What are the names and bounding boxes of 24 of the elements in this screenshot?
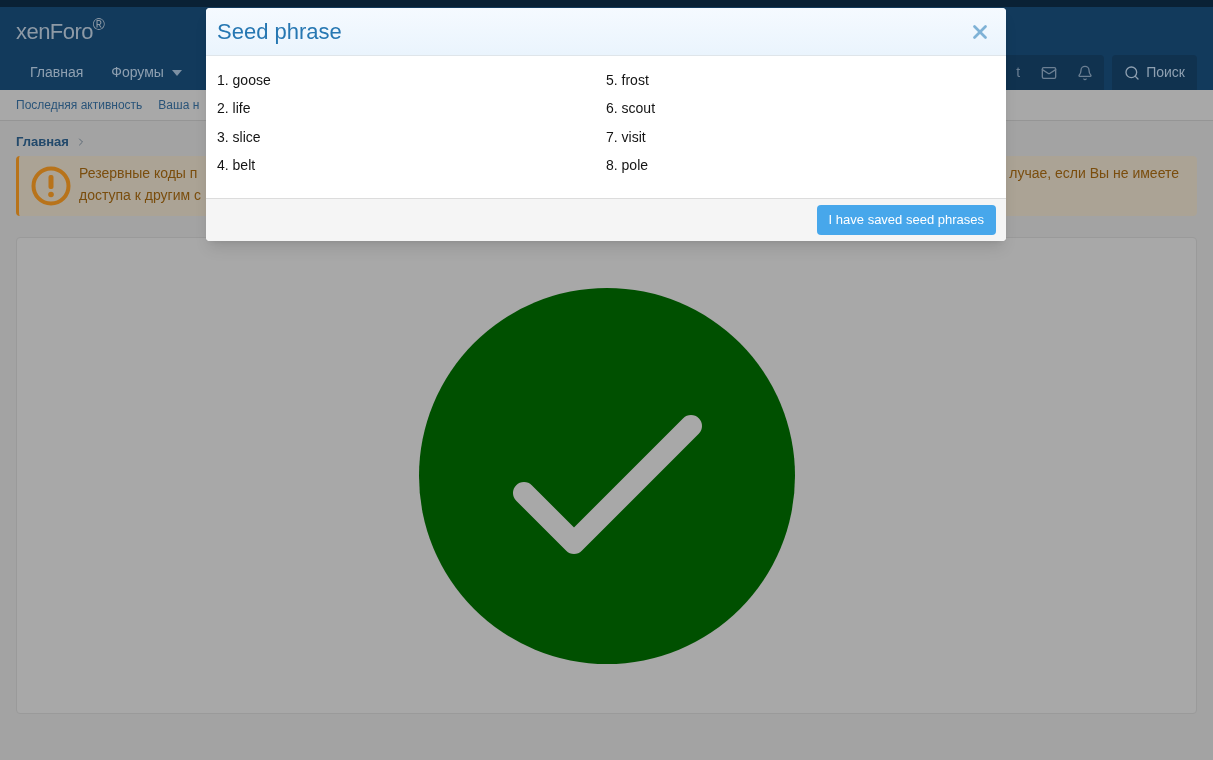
logo[interactable]: xenForo$^{®}$ — [16, 14, 105, 48]
search-icon — [1124, 64, 1141, 81]
warning-icon — [31, 166, 71, 206]
dialog-title: Seed phrase — [217, 18, 342, 46]
caret-icon — [171, 69, 182, 76]
subnav-link[interactable]: Последняя активность — [16, 96, 143, 114]
seed-word: 7. visit — [606, 127, 647, 147]
seed-word: 4. belt — [217, 156, 257, 176]
search-button[interactable]: Поиск — [1112, 55, 1197, 90]
seed-word: 8. pole — [606, 156, 650, 176]
seed-word: 2. life — [217, 99, 252, 119]
subnav-link[interactable]: Ваша н — [158, 96, 200, 114]
check-circle-icon — [418, 287, 795, 664]
seed-word: 6. scout — [606, 99, 657, 119]
nav-tab[interactable]: Форумы — [97, 55, 196, 90]
notice-text: лучае, если Вы не имеете — [1009, 164, 1179, 183]
nav-tab[interactable]: Главная — [16, 55, 98, 90]
seed-word: 1. goose — [217, 70, 272, 90]
notice-text: Резервные коды п — [79, 164, 199, 183]
seed-word: 5. frost — [606, 70, 650, 90]
breadcrumb-link[interactable]: Главная — [16, 132, 69, 152]
saved-confirm-button[interactable]: I have saved seed phrases — [816, 205, 996, 235]
notice-text: доступа к другим с — [79, 186, 202, 205]
seed-word: 3. slice — [217, 127, 262, 147]
